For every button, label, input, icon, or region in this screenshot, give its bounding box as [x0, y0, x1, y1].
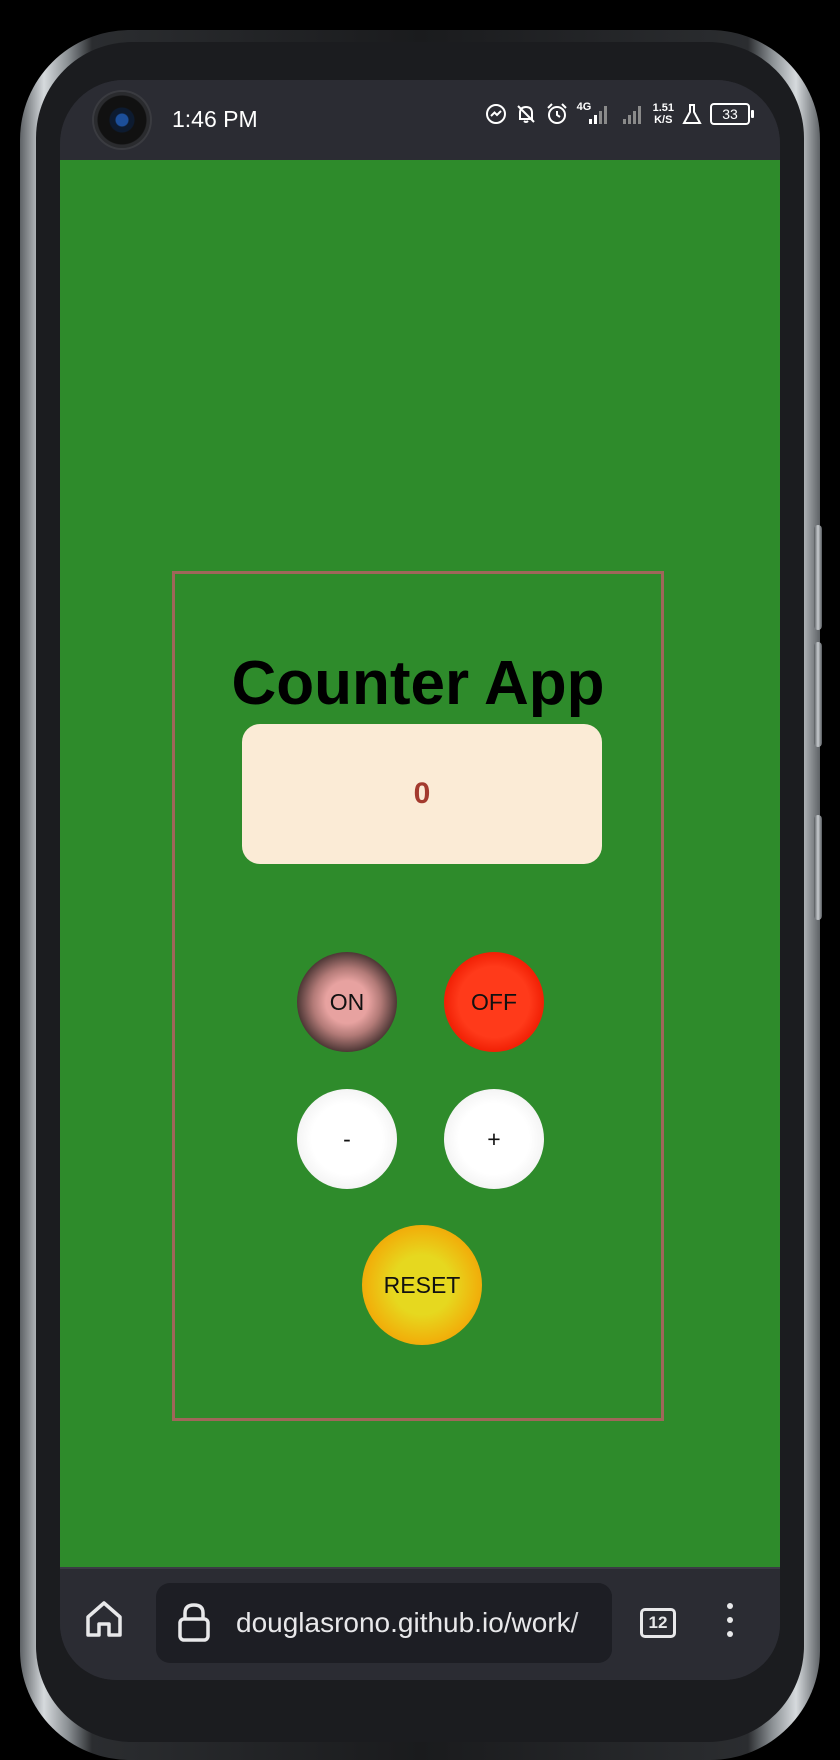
phone-screen: 1:46 PM 4G 1.51 K/S 33 Counter App 0 ON … [60, 80, 780, 1680]
signal-icon [621, 103, 645, 125]
messenger-icon [485, 103, 507, 125]
increment-button[interactable]: + [444, 1089, 544, 1189]
volume-down-button [814, 642, 822, 747]
address-bar[interactable]: douglasrono.github.io/work/ [156, 1583, 612, 1663]
power-button [814, 815, 822, 920]
volume-up-button [814, 525, 822, 630]
network-speed: 1.51 K/S [652, 102, 674, 126]
status-bar: 1:46 PM 4G 1.51 K/S 33 [60, 80, 780, 160]
menu-dot [727, 1603, 733, 1609]
signal-4g-icon: 4G [577, 101, 613, 125]
bell-off-icon [515, 103, 537, 125]
front-camera [94, 92, 150, 148]
browser-toolbar: douglasrono.github.io/work/ 12 [60, 1567, 780, 1680]
status-icons: 4G 1.51 K/S 33 [485, 101, 754, 126]
counter-card: Counter App 0 ON OFF - + RESET [172, 571, 664, 1421]
menu-dot [727, 1631, 733, 1637]
off-button[interactable]: OFF [444, 952, 544, 1052]
lab-flask-icon [682, 103, 702, 125]
web-page: Counter App 0 ON OFF - + RESET [60, 160, 780, 1567]
battery-icon: 33 [710, 103, 754, 125]
decrement-button[interactable]: - [297, 1089, 397, 1189]
alarm-icon [545, 102, 569, 126]
page-title: Counter App [231, 649, 605, 718]
on-button[interactable]: ON [297, 952, 397, 1052]
count-display: 0 [242, 724, 602, 864]
menu-dot [727, 1617, 733, 1623]
reset-button[interactable]: RESET [362, 1225, 482, 1345]
tab-switcher-button[interactable]: 12 [640, 1608, 676, 1638]
url-text: douglasrono.github.io/work/ [236, 1607, 579, 1638]
home-button[interactable] [82, 1597, 126, 1641]
home-icon [86, 1601, 122, 1637]
lock-icon [178, 1603, 210, 1642]
status-time: 1:46 PM [172, 106, 258, 132]
more-options-button[interactable] [720, 1603, 740, 1643]
